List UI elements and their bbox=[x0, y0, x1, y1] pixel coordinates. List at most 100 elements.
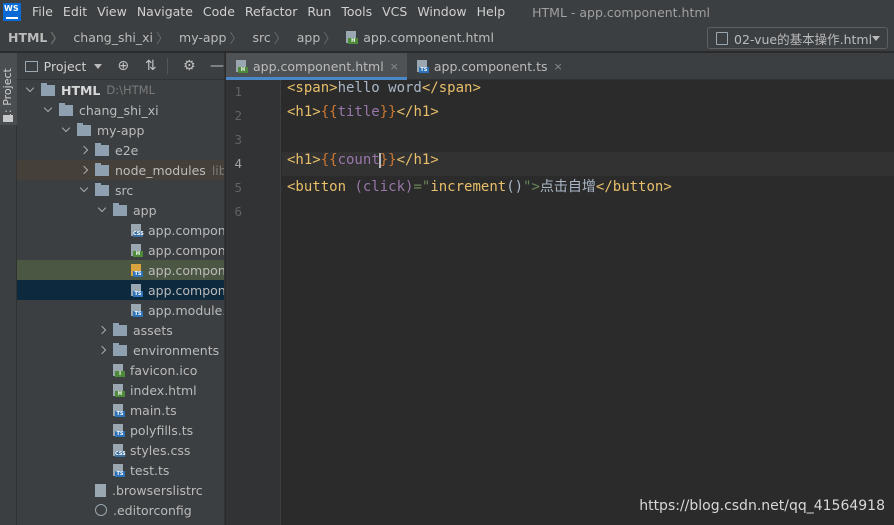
expand-arrow-icon[interactable] bbox=[79, 185, 89, 195]
menu-help[interactable]: Help bbox=[472, 0, 511, 24]
webstorm-logo-icon[interactable]: WS bbox=[3, 3, 21, 21]
watermark: https://blog.csdn.net/qq_41564918 bbox=[639, 498, 885, 514]
code-token-string: =" bbox=[413, 179, 431, 195]
tree-item-label: app.component.css bbox=[148, 222, 225, 238]
code-token-function: increment bbox=[430, 179, 507, 195]
tree-item-main-ts[interactable]: TS main.ts bbox=[17, 400, 224, 420]
tree-item-node-modules[interactable]: node_modules library root bbox=[17, 160, 224, 180]
tree-item-browserslistrc[interactable]: .browserslistrc bbox=[17, 480, 224, 500]
tab-app-component-html[interactable]: H app.component.html × bbox=[226, 53, 407, 80]
tree-item-chang-shi-xi[interactable]: chang_shi_xi bbox=[17, 100, 224, 120]
html-file-icon: H bbox=[236, 60, 248, 73]
tree-item-editorconfig[interactable]: .editorconfig bbox=[17, 500, 224, 520]
code-line-6[interactable] bbox=[282, 200, 894, 224]
library-root-label: library root bbox=[211, 162, 224, 178]
expand-arrow-icon[interactable] bbox=[61, 125, 71, 135]
breadcrumb-app[interactable]: app 〉 bbox=[291, 24, 341, 52]
tree-item-app-module-ts[interactable]: TS app.module.ts bbox=[17, 300, 224, 320]
collapse-arrow-icon[interactable] bbox=[79, 145, 89, 155]
gear-file-icon bbox=[95, 504, 107, 516]
menu-refactor[interactable]: Refactor bbox=[240, 0, 302, 24]
collapse-arrow-icon[interactable] bbox=[97, 345, 107, 355]
breadcrumb-label: my-app bbox=[179, 30, 227, 45]
collapse-arrow-icon[interactable] bbox=[97, 325, 107, 335]
tree-item-label: HTML bbox=[61, 82, 101, 98]
tree-item-label: .browserslistrc bbox=[112, 482, 203, 498]
menu-navigate[interactable]: Navigate bbox=[132, 0, 198, 24]
menu-run[interactable]: Run bbox=[302, 0, 336, 24]
tree-item-html[interactable]: HTML D:\HTML bbox=[17, 80, 224, 100]
tree-item-styles-css[interactable]: CSS styles.css bbox=[17, 440, 224, 460]
chevron-right-icon: 〉 bbox=[323, 32, 337, 47]
tree-item-app[interactable]: app bbox=[17, 200, 224, 220]
tree-item-label: app bbox=[133, 202, 157, 218]
tree-item-app-component-html[interactable]: H app.component.html bbox=[17, 240, 224, 260]
gear-icon[interactable]: ⚙ bbox=[182, 58, 196, 74]
menu-file[interactable]: File bbox=[27, 0, 58, 24]
tab-app-component-ts[interactable]: TS app.component.ts × bbox=[407, 53, 571, 80]
locate-file-icon[interactable]: ⊕ bbox=[116, 58, 130, 74]
tree-item-app-component-css[interactable]: CSS app.component.css bbox=[17, 220, 225, 240]
code-token-tag: </span> bbox=[421, 80, 481, 96]
tree-item-label: node_modules bbox=[115, 162, 206, 178]
tree-item-label: test.ts bbox=[130, 462, 170, 478]
code-line-2[interactable]: <h1>{{title}}</h1> bbox=[282, 104, 894, 128]
tree-item-app-component-ts[interactable]: TS app.component.ts bbox=[17, 280, 224, 300]
breadcrumb-file[interactable]: Happ.component.html bbox=[340, 24, 498, 52]
menu-vcs[interactable]: VCS bbox=[377, 0, 412, 24]
line-number: 3 bbox=[234, 132, 242, 147]
code-editor[interactable]: 1 2 3 4 5 6 <span>hello word</span> <h1>… bbox=[226, 80, 894, 525]
line-number-gutter[interactable]: 1 2 3 4 5 6 bbox=[226, 80, 281, 525]
project-tool-tab[interactable]: 1: Project bbox=[0, 53, 17, 125]
tree-item-src[interactable]: src bbox=[17, 180, 224, 200]
tree-item-environments[interactable]: environments bbox=[17, 340, 224, 360]
tree-item-app-component-spec-ts[interactable]: TS app.component.spec.ts bbox=[17, 260, 224, 280]
tree-item-my-app[interactable]: my-app bbox=[17, 120, 224, 140]
code-token-interpolation: {{ bbox=[320, 152, 338, 168]
breadcrumb-my-app[interactable]: my-app 〉 bbox=[173, 24, 246, 52]
menu-window[interactable]: Window bbox=[412, 0, 471, 24]
expand-arrow-icon[interactable] bbox=[43, 105, 53, 115]
tree-item-assets[interactable]: assets bbox=[17, 320, 224, 340]
breadcrumb-chang-shi-xi[interactable]: chang_shi_xi 〉 bbox=[67, 24, 173, 52]
expand-arrow-icon[interactable] bbox=[97, 205, 107, 215]
text-file-icon bbox=[95, 483, 106, 497]
run-config-dropdown[interactable]: 02-vue的基本操作.html bbox=[707, 27, 888, 49]
code-token-tag: <h1> bbox=[287, 152, 321, 168]
ts-file-icon: TS bbox=[416, 60, 429, 73]
collapse-all-icon[interactable]: ⇅ bbox=[144, 58, 158, 74]
code-line-5[interactable]: <button (click)="increment()">点击自增</butt… bbox=[282, 176, 894, 200]
menu-edit[interactable]: Edit bbox=[58, 0, 92, 24]
collapse-arrow-icon[interactable] bbox=[79, 165, 89, 175]
breadcrumb-label: HTML bbox=[8, 30, 48, 45]
close-icon[interactable]: × bbox=[390, 60, 399, 73]
tree-item-label: .editorconfig bbox=[113, 502, 192, 518]
tree-item-polyfills-ts[interactable]: TS polyfills.ts bbox=[17, 420, 224, 440]
tree-item-label: main.ts bbox=[130, 402, 177, 418]
menu-code[interactable]: Code bbox=[198, 0, 240, 24]
breadcrumb-label: src bbox=[252, 30, 271, 45]
menu-view[interactable]: View bbox=[92, 0, 132, 24]
code-token-interpolation: }} bbox=[379, 152, 397, 168]
tree-item-favicon[interactable]: I favicon.ico bbox=[17, 360, 224, 380]
tab-label: app.component.html bbox=[253, 59, 384, 74]
tree-item-e2e[interactable]: e2e bbox=[17, 140, 224, 160]
code-token-string: "> bbox=[523, 179, 540, 195]
code-line-1[interactable]: <span>hello word</span> bbox=[282, 80, 894, 104]
expand-arrow-icon[interactable] bbox=[25, 85, 35, 95]
hide-panel-icon[interactable]: — bbox=[210, 58, 224, 74]
breadcrumb-src[interactable]: src 〉 bbox=[246, 24, 290, 52]
tree-item-index-html[interactable]: H index.html bbox=[17, 380, 224, 400]
line-number: 1 bbox=[234, 84, 242, 99]
project-view-selector[interactable]: Project bbox=[44, 59, 87, 74]
chevron-down-icon[interactable] bbox=[94, 63, 103, 69]
menu-tools[interactable]: Tools bbox=[336, 0, 377, 24]
code-line-4[interactable]: <h1>{{count}}</h1> bbox=[282, 152, 894, 176]
folder-icon bbox=[95, 182, 109, 196]
close-icon[interactable]: × bbox=[554, 60, 563, 73]
breadcrumb-html[interactable]: HTML 〉 bbox=[0, 24, 67, 52]
chevron-down-icon bbox=[872, 36, 880, 41]
tree-item-test-ts[interactable]: TS test.ts bbox=[17, 460, 224, 480]
code-line-3[interactable] bbox=[282, 128, 894, 152]
ts-file-icon: TS bbox=[113, 423, 125, 437]
